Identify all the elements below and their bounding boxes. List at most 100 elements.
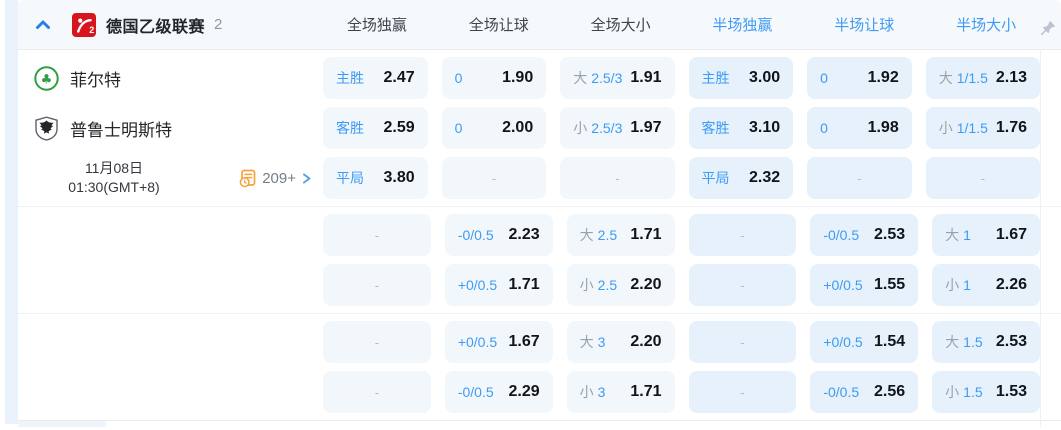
odds-value: 1.90 xyxy=(502,69,534,86)
odds-selection-label: 小3 xyxy=(580,382,606,402)
odds-value: 2.00 xyxy=(502,119,534,136)
odds-cell[interactable]: -0/0.5 2.53 xyxy=(810,214,919,256)
league-match-count: 2 xyxy=(214,16,223,33)
odds-cell[interactable]: +0/0.5 1.54 xyxy=(810,321,919,363)
odds-value: 3.10 xyxy=(748,119,781,136)
odds-cell[interactable]: -0/0.5 2.56 xyxy=(810,371,919,413)
empty-dash: - xyxy=(374,227,380,243)
odds-cell[interactable]: 大 1/1.5 2.13 xyxy=(925,57,1040,99)
odds-cell[interactable]: 主胜 3.00 xyxy=(688,57,794,99)
odds-cell[interactable]: -0/0.5 2.23 xyxy=(444,214,553,256)
column-header-ht-handicap: 半场让球 xyxy=(834,17,895,34)
odds-selection-label: 大 2.5/3 xyxy=(573,68,622,88)
selection-text: 客胜 xyxy=(701,120,730,136)
league-name: 德国乙级联赛 xyxy=(106,18,206,36)
odds-selection-label: 大 1/1.5 xyxy=(939,68,988,88)
odds-cell[interactable]: 0 1.92 xyxy=(807,57,912,99)
home-team-row[interactable]: ♣ 菲尔特 xyxy=(34,57,323,99)
selection-text: 1 xyxy=(963,227,971,243)
odds-body: ♣ 菲尔特 普鲁士明斯特 11月08日 01:30(GMT+8) 209+ 主胜… xyxy=(18,50,1061,427)
odds-value: 2.32 xyxy=(748,169,781,186)
column-header-ft-handicap: 全场让球 xyxy=(468,17,529,34)
odds-value: 1.71 xyxy=(630,226,662,243)
odds-selection-label: 小 2.5/3 xyxy=(573,118,622,138)
selection-text: 1 xyxy=(963,277,971,293)
odds-cell[interactable]: 0 1.98 xyxy=(807,107,912,149)
odds-value: 2.26 xyxy=(995,276,1027,293)
odds-cell[interactable]: -0/0.5 2.29 xyxy=(444,371,553,413)
selection-text: 平局 xyxy=(336,170,364,186)
odds-cell[interactable]: 小 2.5 2.20 xyxy=(566,264,675,306)
odds-cell[interactable]: 小 1/1.5 1.76 xyxy=(925,107,1040,149)
odds-selection-label: -0/0.5 xyxy=(823,384,859,400)
odds-cell[interactable]: 小 2.5/3 1.97 xyxy=(560,107,675,149)
odds-cell-empty: - xyxy=(688,264,797,306)
odds-cell[interactable]: +0/0.5 1.71 xyxy=(444,264,553,306)
odds-group-main: ♣ 菲尔特 普鲁士明斯特 11月08日 01:30(GMT+8) 209+ 主胜… xyxy=(18,50,1061,206)
odds-cell[interactable]: 大 2.5 1.71 xyxy=(566,214,675,256)
column-header-ht-1x2: 半场独赢 xyxy=(712,17,773,34)
empty-dash: - xyxy=(374,384,380,400)
odds-cell[interactable]: 大 2.5/3 1.91 xyxy=(560,57,675,99)
odds-cell-empty: - xyxy=(925,157,1040,199)
odds-selection-label: 平局 xyxy=(702,168,730,188)
home-team-name: 菲尔特 xyxy=(70,70,121,90)
odds-cell[interactable]: 平局 3.80 xyxy=(323,157,428,199)
odds-selection-label: 客胜 xyxy=(336,118,364,138)
odds-cell-empty: - xyxy=(323,321,431,363)
empty-dash: - xyxy=(740,227,745,243)
odds-cell[interactable]: 大 1.5 2.53 xyxy=(932,321,1040,363)
odds-value: 1.67 xyxy=(508,333,540,350)
league-header-left: 2 德国乙级联赛 2 xyxy=(18,12,323,37)
odds-cell[interactable]: 0 2.00 xyxy=(441,107,547,149)
kickoff-time: 11月08日 01:30(GMT+8) xyxy=(34,159,194,197)
more-markets-count: 209+ xyxy=(262,169,296,187)
odds-value: 1.54 xyxy=(874,333,906,350)
odds-cell[interactable]: 大 3 2.20 xyxy=(566,321,675,363)
odds-value: 3.00 xyxy=(748,69,781,86)
odds-selection-label: +0/0.5 xyxy=(458,334,497,350)
odds-value: 2.29 xyxy=(508,383,540,400)
odds-cell[interactable]: 0 1.90 xyxy=(441,57,547,99)
odds-value: 2.53 xyxy=(874,226,906,243)
odds-value: 2.59 xyxy=(383,119,415,136)
odds-cell[interactable]: 小 1 2.26 xyxy=(932,264,1040,306)
odds-value: 2.13 xyxy=(995,69,1027,86)
odds-cell[interactable]: 客胜 2.59 xyxy=(323,107,428,149)
selection-text: 1.5 xyxy=(963,384,983,400)
selection-text: 0 xyxy=(454,70,463,86)
group-left-spacer xyxy=(18,321,323,413)
selection-text: 0 xyxy=(820,120,828,136)
odds-group-lines-1: - -0/0.5 2.23 大 2.5 1.71- -0/0.5 2.53 大 1 1.67- +0/… xyxy=(18,206,1061,313)
odds-cell[interactable]: +0/0.5 1.55 xyxy=(810,264,919,306)
odds-cell[interactable]: 主胜 2.47 xyxy=(323,57,428,99)
odds-cell[interactable]: 小 1.5 1.53 xyxy=(932,371,1040,413)
odds-cell-empty: - xyxy=(323,214,431,256)
odds-selection-label: 0 xyxy=(455,70,463,86)
match-meta-row: 11月08日 01:30(GMT+8) 209+ xyxy=(34,157,323,199)
away-team-row[interactable]: 普鲁士明斯特 xyxy=(34,107,323,149)
odds-value: 1.71 xyxy=(630,383,662,400)
odds-cell[interactable]: +0/0.5 1.67 xyxy=(444,321,553,363)
odds-value: 1.97 xyxy=(630,119,662,136)
pin-icon[interactable] xyxy=(1040,20,1056,36)
odds-selection-label: -0/0.5 xyxy=(458,227,494,243)
odds-selection-label: 客胜 xyxy=(702,118,730,138)
odds-cell[interactable]: 平局 2.32 xyxy=(688,157,794,199)
odds-cell[interactable]: 大 1 1.67 xyxy=(932,214,1040,256)
selection-text: 3 xyxy=(597,384,606,400)
odds-cell-empty: - xyxy=(560,157,675,199)
collapse-button[interactable] xyxy=(32,14,54,36)
odds-value: 1.53 xyxy=(995,383,1027,400)
selection-text: -0/0.5 xyxy=(823,384,860,400)
odds-value: 2.20 xyxy=(630,333,662,350)
column-header-ft-1x2: 全场独赢 xyxy=(346,17,407,34)
odds-cell[interactable]: 小 3 1.71 xyxy=(566,371,675,413)
odds-cell[interactable]: 客胜 3.10 xyxy=(688,107,794,149)
odds-value: 3.80 xyxy=(383,169,415,186)
odds-grid-main: 主胜 2.47 0 1.90 大 2.5/3 1.91 主胜 3.00 0 1.92 大 1/1.5 2.… xyxy=(323,57,1040,199)
empty-dash: - xyxy=(491,170,497,186)
odds-value: 2.23 xyxy=(508,226,540,243)
group-left-spacer xyxy=(18,214,323,306)
more-markets-link[interactable]: 209+ xyxy=(238,169,313,188)
